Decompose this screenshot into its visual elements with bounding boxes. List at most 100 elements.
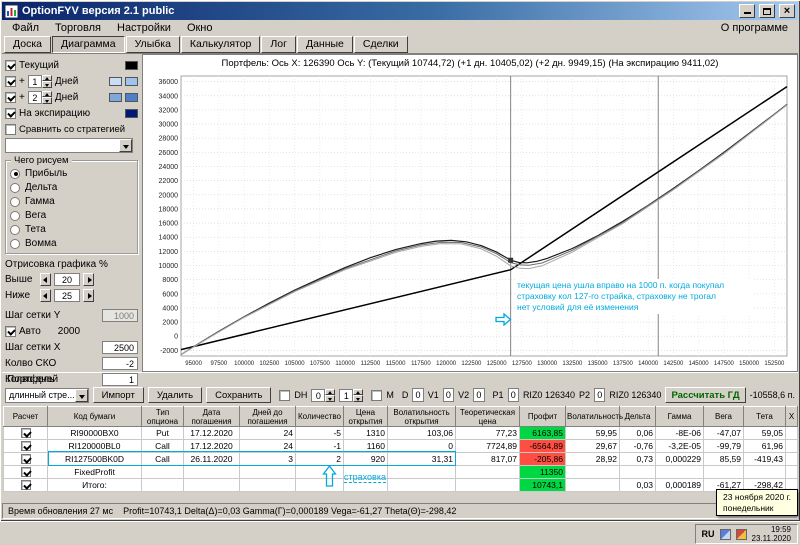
grid-y-input[interactable]: 1000 xyxy=(102,309,138,322)
menu-trade[interactable]: Торговля xyxy=(47,21,109,35)
save-button[interactable]: Сохранить xyxy=(206,387,271,403)
compare-checkbox[interactable] xyxy=(5,124,16,135)
strategy-select[interactable]: длинный стре... xyxy=(5,388,89,403)
column-header[interactable]: Цена открытия xyxy=(344,407,388,427)
current-checkbox[interactable] xyxy=(5,60,16,71)
tab-smile[interactable]: Улыбка xyxy=(126,36,180,53)
spin-down-icon[interactable] xyxy=(42,81,52,88)
radio-vega[interactable]: Вега xyxy=(10,210,133,221)
column-header[interactable]: Количество xyxy=(296,407,344,427)
tray-icon-1[interactable] xyxy=(720,529,731,540)
menu-file[interactable]: Файл xyxy=(4,21,47,35)
day2-color-swatch-1[interactable] xyxy=(109,93,122,102)
p2-input[interactable]: 0 xyxy=(594,388,605,402)
dh-spinner-2[interactable]: 1 xyxy=(339,389,363,402)
import-button[interactable]: Импорт xyxy=(93,387,144,403)
p1-input[interactable]: 0 xyxy=(508,388,519,402)
radio-vomma[interactable]: Вомма xyxy=(10,238,133,249)
close-button[interactable]: × xyxy=(779,4,795,18)
menu-settings[interactable]: Настройки xyxy=(109,21,179,35)
column-header[interactable]: Профит xyxy=(520,407,566,427)
radio-delta[interactable]: Дельта xyxy=(10,182,133,193)
row-checkbox[interactable] xyxy=(21,480,31,490)
column-header[interactable]: Теоретическая цена xyxy=(456,407,520,427)
column-header[interactable]: Дельта xyxy=(620,407,656,427)
delete-button[interactable]: Удалить xyxy=(148,387,202,403)
column-header[interactable]: Волатильность xyxy=(566,407,620,427)
m-checkbox[interactable] xyxy=(371,390,382,401)
row-checkbox[interactable] xyxy=(21,467,31,477)
column-header[interactable]: Тип опциона xyxy=(142,407,184,427)
cell-theo: 7724,89 xyxy=(456,440,520,453)
d-input[interactable]: 0 xyxy=(412,388,423,402)
column-header[interactable]: Дней до погашения xyxy=(240,407,296,427)
spin-down-icon[interactable] xyxy=(353,395,363,402)
column-header[interactable]: Х xyxy=(786,407,798,427)
auto-checkbox[interactable] xyxy=(5,326,16,337)
decrease-icon[interactable] xyxy=(40,273,51,286)
tray-icon-2[interactable] xyxy=(736,529,747,540)
svg-text:4000: 4000 xyxy=(162,305,178,312)
clock[interactable]: 19:59 23.11.2020 xyxy=(752,525,791,543)
current-color-swatch[interactable] xyxy=(125,61,138,70)
day1-color-swatch-1[interactable] xyxy=(109,77,122,86)
column-header[interactable]: Волатильность открытия xyxy=(388,407,456,427)
menu-about[interactable]: О программе xyxy=(713,22,796,34)
tab-diagram[interactable]: Диаграмма xyxy=(52,36,125,53)
decrease-icon[interactable] xyxy=(40,289,51,302)
radio-gamma[interactable]: Гамма xyxy=(10,196,133,207)
expiry-color-swatch[interactable] xyxy=(125,109,138,118)
cell-x[interactable] xyxy=(786,440,798,453)
day2-spinner[interactable]: 2 xyxy=(28,91,52,104)
v2-input[interactable]: 0 xyxy=(473,388,484,402)
day1-checkbox[interactable] xyxy=(5,76,16,87)
row-checkbox[interactable] xyxy=(21,441,31,451)
tab-deals[interactable]: Сделки xyxy=(354,36,408,53)
row-checkbox[interactable] xyxy=(21,454,31,464)
language-indicator[interactable]: RU xyxy=(702,529,715,539)
taskbar[interactable]: RU 19:59 23.11.2020 xyxy=(0,521,800,545)
cell-x[interactable] xyxy=(786,453,798,466)
column-header[interactable]: Тета xyxy=(744,407,786,427)
dh-checkbox[interactable] xyxy=(279,390,290,401)
radio-theta[interactable]: Тета xyxy=(10,224,133,235)
tab-log[interactable]: Лог xyxy=(261,36,296,53)
grid-x-input[interactable]: 2500 xyxy=(102,341,138,354)
below-value[interactable]: 25 xyxy=(54,289,80,302)
chevron-down-icon[interactable] xyxy=(119,139,132,152)
sko-input[interactable]: -2 xyxy=(102,357,138,370)
calc-gd-button[interactable]: Рассчитать ГД xyxy=(665,387,745,403)
day1-spinner[interactable]: 1 xyxy=(28,75,52,88)
tab-board[interactable]: Доска xyxy=(4,36,51,53)
above-value[interactable]: 20 xyxy=(54,273,80,286)
cell-x[interactable] xyxy=(786,466,798,479)
column-header[interactable]: Код бумаги xyxy=(48,407,142,427)
dh-spinner-1[interactable]: 0 xyxy=(311,389,335,402)
day2-color-swatch-2[interactable] xyxy=(125,93,138,102)
app-icon xyxy=(5,5,18,18)
column-header[interactable]: Гамма xyxy=(656,407,704,427)
radio-icon xyxy=(10,225,20,235)
radio-profit[interactable]: Прибыль xyxy=(10,168,133,179)
spin-down-icon[interactable] xyxy=(325,395,335,402)
menu-window[interactable]: Окно xyxy=(179,21,221,35)
row-checkbox[interactable] xyxy=(21,428,31,438)
spin-down-icon[interactable] xyxy=(42,97,52,104)
day2-checkbox[interactable] xyxy=(5,92,16,103)
maximize-button[interactable] xyxy=(759,4,775,18)
day1-color-swatch-2[interactable] xyxy=(125,77,138,86)
column-header[interactable]: Расчет xyxy=(4,407,48,427)
minimize-button[interactable] xyxy=(739,4,755,18)
expiry-checkbox[interactable] xyxy=(5,108,16,119)
strategy-compare-select[interactable] xyxy=(5,138,133,153)
chevron-down-icon[interactable] xyxy=(75,389,88,402)
tab-calculator[interactable]: Калькулятор xyxy=(181,36,260,53)
column-header[interactable]: Дата погашения xyxy=(184,407,240,427)
increase-icon[interactable] xyxy=(83,289,94,302)
column-header[interactable]: Вега xyxy=(704,407,744,427)
v1-input[interactable]: 0 xyxy=(443,388,454,402)
cell-x[interactable] xyxy=(786,427,798,440)
tab-data[interactable]: Данные xyxy=(297,36,353,53)
increase-icon[interactable] xyxy=(83,273,94,286)
payoff-chart[interactable]: 9500097500100000102500105000107500110000… xyxy=(145,71,797,371)
